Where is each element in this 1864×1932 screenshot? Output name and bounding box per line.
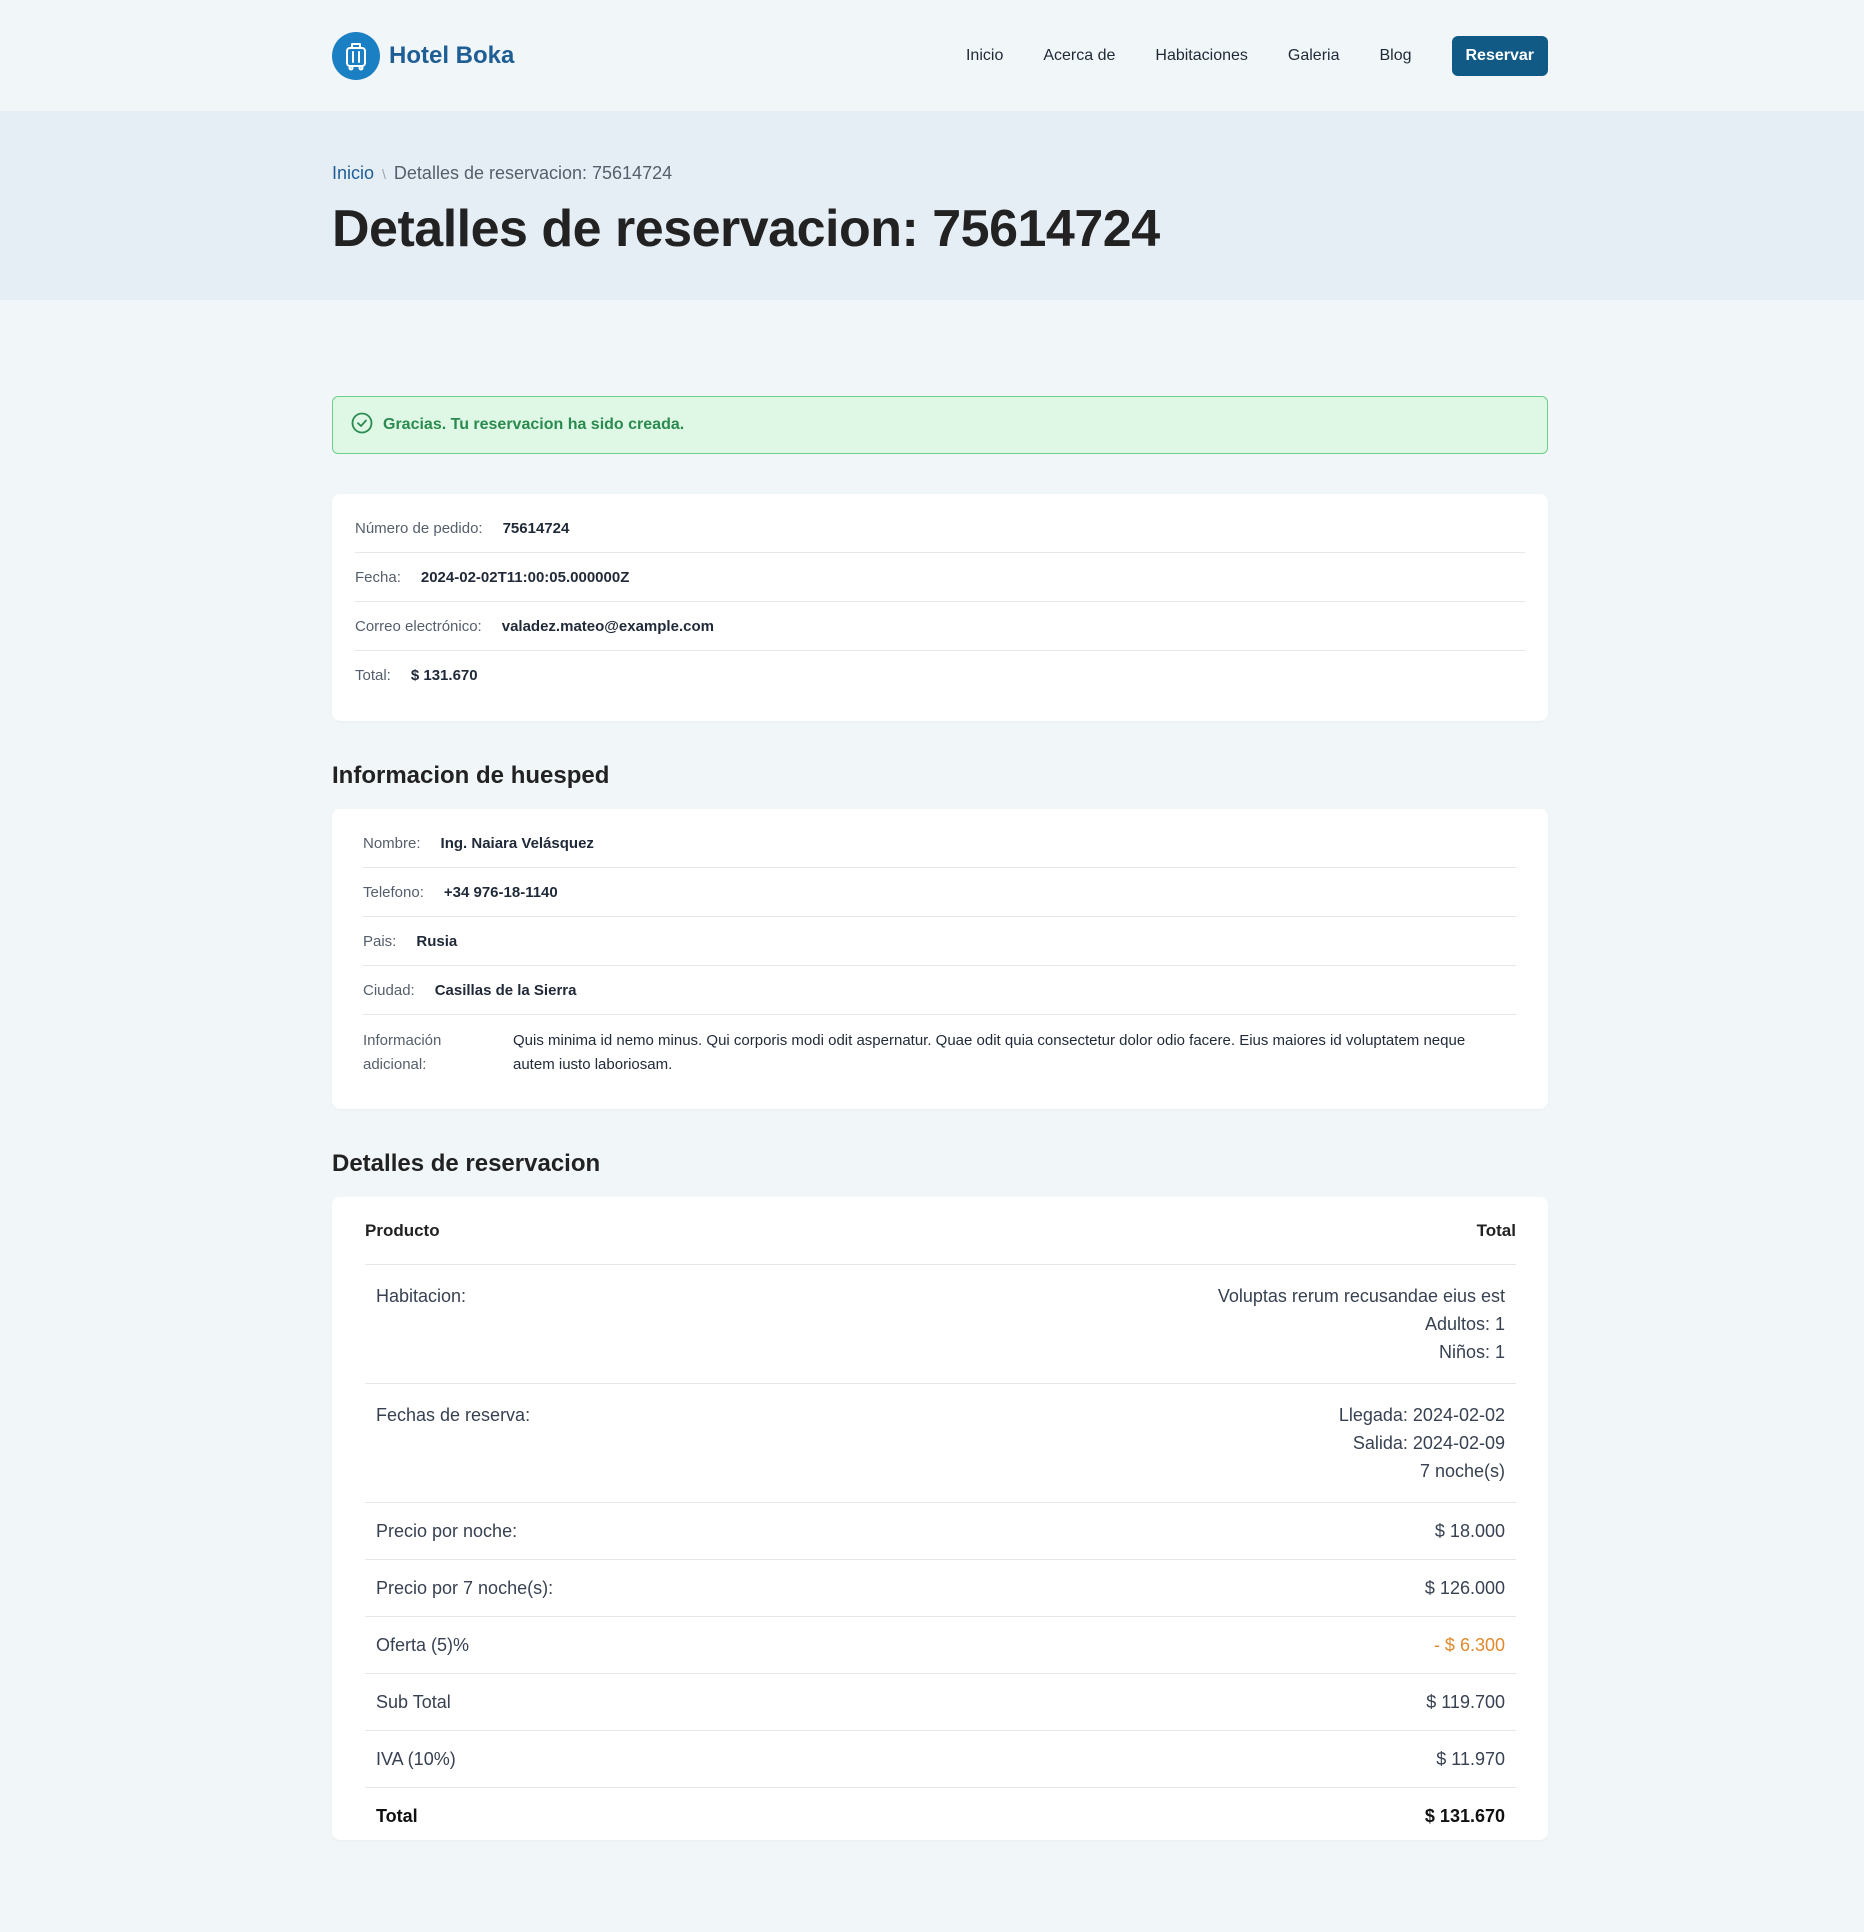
site-header: Hotel Boka Inicio Acerca de Habitaciones… [0,0,1864,111]
order-email-value: valadez.mateo@example.com [501,617,714,635]
offer-value: - $ 6.300 [1433,1634,1505,1655]
price-total-nights-value: $ 126.000 [1424,1577,1505,1598]
order-number-value: 75614724 [502,519,570,537]
nav-acerca-de[interactable]: Acerca de [1043,47,1115,65]
guest-city-value: Casillas de la Sierra [434,981,577,999]
guest-name-row: Nombre: Ing. Naiara Velásquez [363,819,1516,868]
reservation-table-card: Producto Total Habitacion: Voluptas reru… [332,1197,1548,1840]
order-email-row: Correo electrónico: valadez.mateo@exampl… [355,602,1525,651]
success-alert: Gracias. Tu reservacion ha sido creada. [332,396,1548,454]
order-date-value: 2024-02-02T11:00:05.000000Z [420,568,630,586]
order-date-row: Fecha: 2024-02-02T11:00:05.000000Z [355,553,1525,602]
order-total-label: Total: [355,667,391,684]
room-name: Voluptas rerum recusandae eius est [1217,1286,1505,1306]
nav-galeria[interactable]: Galeria [1288,47,1340,65]
guest-country-label: Pais: [363,932,397,950]
luggage-icon [332,31,380,80]
room-label: Habitacion: [376,1286,467,1306]
dates-label: Fechas de reserva: [376,1405,531,1425]
guest-city-label: Ciudad: [363,981,415,999]
order-number-row: Número de pedido: 75614724 [355,504,1525,553]
price-per-night-label: Precio por noche: [376,1520,518,1541]
nights-count: 7 noche(s) [1419,1461,1505,1481]
offer-row: Oferta (5)% - $ 6.300 [365,1617,1516,1674]
breadcrumb-current: Detalles de reservacion: 75614724 [393,163,673,183]
guest-phone-row: Telefono: +34 976-18-1140 [363,868,1516,917]
grand-total-row: Total $ 131.670 [365,1788,1516,1845]
guest-extra-label: Información adicional: [363,1032,442,1073]
guest-country-value: Rusia [416,932,458,950]
departure-date: Salida: 2024-02-09 [1352,1433,1505,1453]
price-total-nights-row: Precio por 7 noche(s): $ 126.000 [365,1560,1516,1617]
breadcrumb-separator: \ [382,166,386,182]
guest-city-row: Ciudad: Casillas de la Sierra [363,966,1516,1015]
room-details: Voluptas rerum recusandae eius est Adult… [1218,1282,1505,1366]
check-circle-icon [351,412,373,439]
nav-inicio[interactable]: Inicio [966,47,1003,65]
tax-value: $ 11.970 [1436,1748,1505,1769]
guest-section-title: Informacion de huesped [332,762,610,789]
guest-info-card: Nombre: Ing. Naiara Velásquez Telefono: … [332,809,1548,1109]
grand-total-value: $ 131.670 [1424,1806,1505,1826]
page-title: Detalles de reservacion: 75614724 [332,200,1160,258]
arrival-date: Llegada: 2024-02-02 [1338,1405,1505,1425]
subtotal-label: Sub Total [376,1691,451,1712]
order-number-label: Número de pedido: [355,519,483,537]
tax-label: IVA (10%) [376,1748,456,1769]
guest-name-label: Nombre: [363,834,421,852]
brand-link[interactable]: Hotel Boka [332,31,515,80]
price-per-night-value: $ 18.000 [1434,1520,1505,1541]
guest-phone-value: +34 976-18-1140 [443,883,558,901]
col-product-header: Producto [365,1220,440,1240]
alert-text: Gracias. Tu reservacion ha sido creada. [383,416,685,433]
page-banner: Inicio \ Detalles de reservacion: 75614724… [0,111,1864,300]
nav-habitaciones[interactable]: Habitaciones [1155,47,1248,65]
dates-details: Llegada: 2024-02-02 Salida: 2024-02-09 7… [1339,1401,1505,1485]
price-per-night-row: Precio por noche: $ 18.000 [365,1503,1516,1560]
guest-extra-row: Información adicional: Quis minima id ne… [363,1015,1516,1077]
guest-extra-value: Quis minima id nemo minus. Qui corporis … [513,1032,1466,1073]
guest-country-row: Pais: Rusia [363,917,1516,966]
guest-phone-label: Telefono: [363,883,424,901]
order-total-value: $ 131.670 [410,667,478,684]
nav-blog[interactable]: Blog [1379,47,1411,65]
price-total-nights-label: Precio por 7 noche(s): [376,1577,554,1598]
main-nav: Inicio Acerca de Habitaciones Galeria Bl… [966,35,1548,76]
brand-name: Hotel Boka [389,41,515,69]
col-total-header: Total [1476,1220,1516,1240]
room-adults: Adultos: 1 [1424,1314,1505,1334]
breadcrumb: Inicio \ Detalles de reservacion: 75614724 [332,163,672,184]
room-row: Habitacion: Voluptas rerum recusandae ei… [365,1265,1516,1384]
dates-row: Fechas de reserva: Llegada: 2024-02-02 S… [365,1384,1516,1503]
reserve-button[interactable]: Reservar [1451,35,1548,76]
order-total-row: Total: $ 131.670 [355,651,1525,700]
room-children: Niños: 1 [1438,1342,1505,1362]
grand-total-label: Total [376,1806,418,1826]
subtotal-row: Sub Total $ 119.700 [365,1674,1516,1731]
breadcrumb-home-link[interactable]: Inicio [332,163,374,183]
order-date-label: Fecha: [355,568,401,586]
order-email-label: Correo electrónico: [355,617,482,635]
tax-row: IVA (10%) $ 11.970 [365,1731,1516,1788]
guest-name-value: Ing. Naiara Velásquez [440,834,594,852]
reservation-table-header: Producto Total [365,1197,1516,1265]
reservation-section-title: Detalles de reservacion [332,1150,601,1177]
order-summary-card: Número de pedido: 75614724 Fecha: 2024-0… [332,494,1548,721]
subtotal-value: $ 119.700 [1426,1691,1505,1712]
offer-label: Oferta (5)% [376,1634,470,1655]
